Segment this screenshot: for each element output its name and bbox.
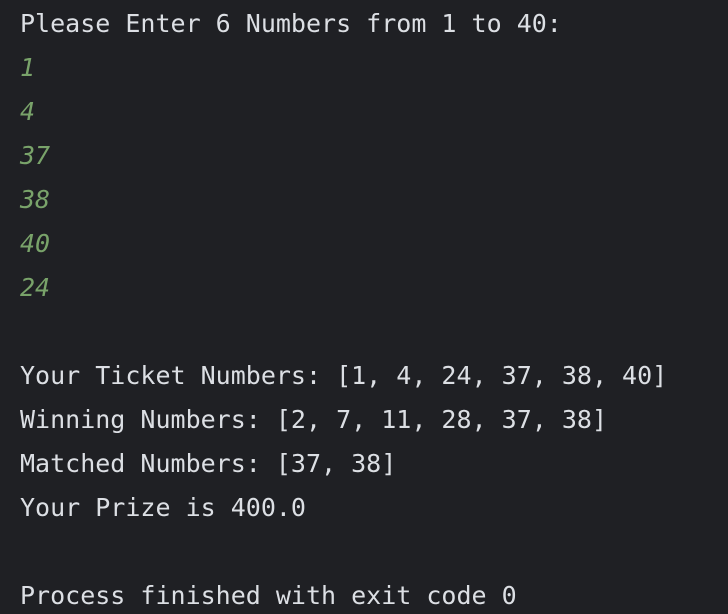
winning-numbers-line: Winning Numbers: [2, 7, 11, 28, 37, 38] xyxy=(20,405,607,434)
ticket-numbers-line: Your Ticket Numbers: [1, 4, 24, 37, 38, … xyxy=(20,361,668,390)
prompt-line: Please Enter 6 Numbers from 1 to 40: xyxy=(20,9,562,38)
user-input-line: 40 xyxy=(20,229,51,258)
user-input-line: 1 xyxy=(20,53,36,82)
matched-numbers-line: Matched Numbers: [37, 38] xyxy=(20,449,397,478)
prize-line: Your Prize is 400.0 xyxy=(20,493,306,522)
user-input-line: 37 xyxy=(20,141,51,170)
user-input-line: 24 xyxy=(20,273,51,302)
console-output: Please Enter 6 Numbers from 1 to 40: 1 4… xyxy=(0,0,728,614)
exit-code-line: Process finished with exit code 0 xyxy=(20,581,517,610)
user-input-line: 38 xyxy=(20,185,51,214)
user-input-line: 4 xyxy=(20,97,36,126)
